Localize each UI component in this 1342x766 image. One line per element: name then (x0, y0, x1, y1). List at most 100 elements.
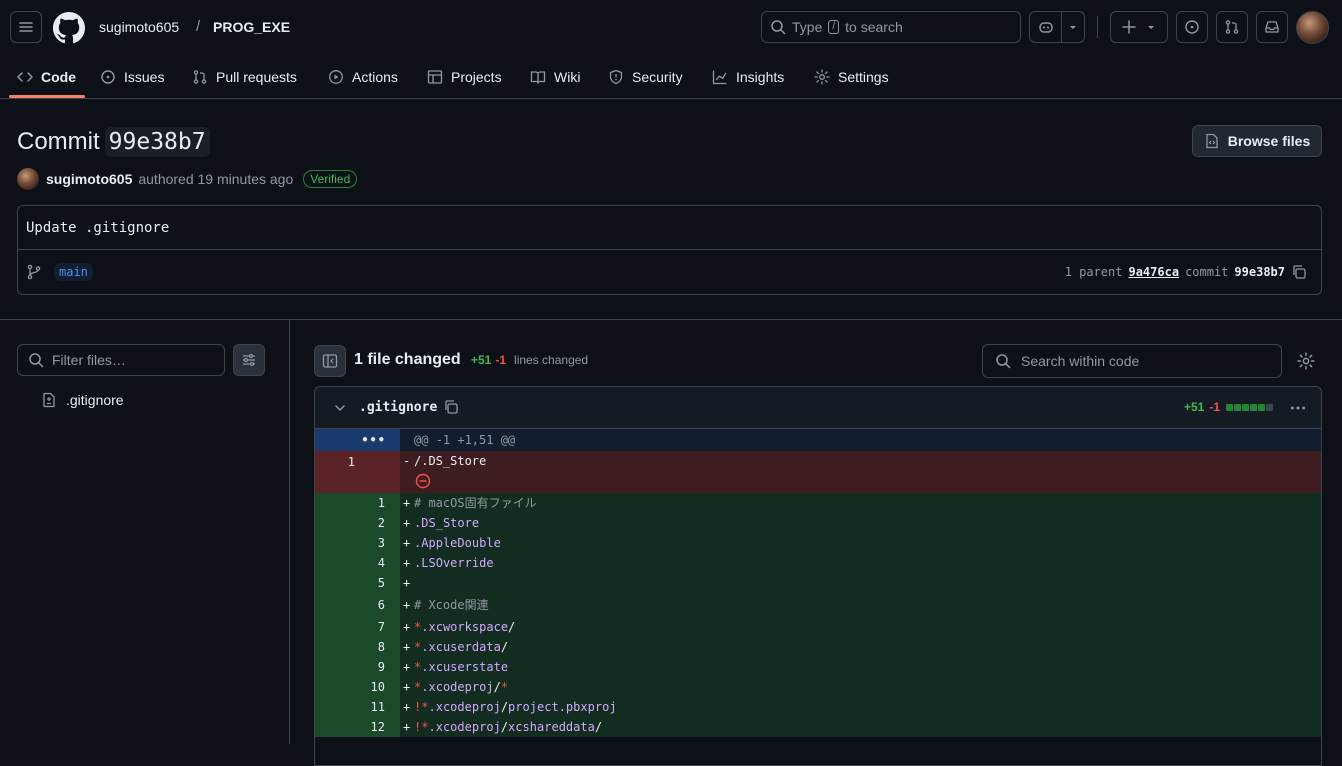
search-prefix: Type (792, 19, 823, 35)
copilot-dropdown[interactable] (1062, 22, 1084, 32)
new-line-number[interactable]: 3 (315, 533, 385, 553)
copy-icon[interactable] (443, 399, 459, 415)
filter-files-input[interactable]: Filter files… (17, 344, 225, 376)
file-tree-item[interactable]: .gitignore (41, 390, 124, 410)
copilot-button[interactable] (1030, 12, 1062, 42)
commit-sha: 99e38b7 (1234, 265, 1285, 279)
added-line: 4 + .LSOverride (315, 553, 1321, 573)
user-avatar[interactable] (1296, 11, 1329, 44)
sidebar-collapse-icon (322, 354, 338, 368)
global-search-input[interactable]: Type / to search (761, 11, 1021, 43)
tab-actions[interactable]: Actions (328, 56, 398, 98)
parent-sha-link[interactable]: 9a476ca (1128, 265, 1179, 279)
new-line-number[interactable]: 7 (315, 617, 385, 637)
added-line: 10 + *.xcodeproj/* (315, 677, 1321, 697)
issue-opened-icon (1185, 20, 1199, 34)
tab-wiki[interactable]: Wiki (530, 56, 580, 98)
expand-hunk-button[interactable]: ••• (315, 429, 400, 451)
old-line-number[interactable]: 1 (315, 451, 355, 493)
create-new-button[interactable] (1110, 11, 1168, 43)
tab-insights[interactable]: Insights (712, 56, 784, 98)
tab-wiki-label: Wiki (554, 69, 581, 85)
tab-settings[interactable]: Settings (814, 56, 889, 98)
added-lines: 1 + # macOS固有ファイル 2 + .DS_Store 3 + .AppleDouble… (315, 493, 1321, 737)
diffstat-block (1234, 403, 1241, 411)
added-code: .LSOverride (414, 556, 494, 570)
tab-code[interactable]: Code (17, 56, 76, 98)
kebab-horizontal-icon[interactable] (1289, 399, 1307, 417)
added-code: .DS_Store (414, 516, 480, 530)
addition-sign: + (403, 620, 411, 634)
diffstat-bar (1226, 403, 1273, 411)
tab-actions-label: Actions (352, 69, 398, 85)
filter-options-button[interactable] (233, 344, 265, 376)
added-line: 12 + !*.xcodeproj/xcshareddata/ (315, 717, 1321, 737)
file-name[interactable]: .gitignore (359, 400, 437, 415)
tab-security[interactable]: Security (608, 56, 683, 98)
new-line-number[interactable]: 4 (315, 553, 385, 573)
added-code: *.xcodeproj/* (414, 680, 509, 694)
inbox-button[interactable] (1256, 11, 1288, 43)
your-pull-requests-button[interactable] (1216, 11, 1248, 43)
search-within-code-placeholder: Search within code (1021, 353, 1140, 369)
deleted-line-gutter: 1 (315, 451, 400, 493)
addition-sign: + (403, 536, 411, 550)
diffstat-block (1226, 403, 1233, 411)
new-line-number[interactable]: 2 (315, 513, 385, 533)
search-icon (996, 354, 1011, 369)
toggle-file-tree-button[interactable] (314, 345, 346, 377)
chevron-down-icon[interactable] (332, 400, 348, 416)
tab-pull-requests[interactable]: Pull requests (192, 56, 297, 98)
added-line-gutter: 3 (315, 533, 400, 553)
your-issues-button[interactable] (1176, 11, 1208, 43)
new-line-number[interactable]: 12 (315, 717, 385, 737)
tab-projects[interactable]: Projects (427, 56, 502, 98)
shield-icon (609, 69, 623, 85)
git-branch-icon (27, 264, 41, 280)
new-line-number[interactable]: 6 (315, 593, 385, 617)
new-line-number[interactable]: 5 (315, 573, 385, 593)
added-code: .AppleDouble (414, 536, 501, 550)
github-logo-icon[interactable] (53, 12, 85, 44)
file-code-icon (1206, 133, 1218, 149)
page-title: Commit 99e38b7 (17, 125, 210, 159)
copy-icon[interactable] (1291, 264, 1307, 280)
plus-icon (1122, 20, 1136, 34)
new-line-number[interactable]: 10 (315, 677, 385, 697)
tab-security-label: Security (632, 69, 683, 85)
new-line-number[interactable]: 9 (315, 657, 385, 677)
commit-meta-row: main 1 parent 9a476ca commit 99e38b7 (18, 250, 1321, 294)
added-line-gutter: 10 (315, 677, 400, 697)
browse-files-button[interactable]: Browse files (1192, 125, 1322, 157)
diffstat-block (1266, 403, 1273, 411)
added-code: !*.xcodeproj/xcshareddata/ (414, 720, 603, 734)
search-within-code-input[interactable]: Search within code (982, 344, 1282, 378)
copilot-button-group (1029, 11, 1085, 43)
table-icon (427, 70, 443, 84)
breadcrumb-repo[interactable]: PROG_EXE (213, 19, 290, 35)
added-line-gutter: 12 (315, 717, 400, 737)
addition-sign: + (403, 576, 411, 590)
verified-badge[interactable]: Verified (303, 170, 358, 188)
tab-issues-label: Issues (124, 69, 165, 85)
menu-button[interactable] (10, 11, 42, 43)
filter-files-placeholder: Filter files… (52, 352, 126, 368)
new-line-number[interactable]: 8 (315, 637, 385, 657)
search-icon (29, 353, 44, 368)
tab-issues[interactable]: Issues (100, 56, 164, 98)
new-line-number[interactable]: 1 (315, 493, 385, 513)
author-avatar[interactable] (17, 168, 39, 190)
gear-icon[interactable] (1297, 352, 1315, 370)
added-line-gutter: 8 (315, 637, 400, 657)
diffstat-block (1250, 403, 1257, 411)
active-tab-indicator (9, 95, 85, 98)
breadcrumb-owner[interactable]: sugimoto605 (99, 19, 179, 35)
addition-sign: + (403, 660, 411, 674)
added-line-gutter: 7 (315, 617, 400, 637)
commit-title-prefix: Commit (17, 128, 100, 155)
branch-label[interactable]: main (54, 263, 93, 281)
added-line: 6 + # Xcode関連 (315, 593, 1321, 617)
author-name[interactable]: sugimoto605 (46, 171, 132, 187)
addition-sign: + (403, 556, 411, 570)
new-line-number[interactable]: 11 (315, 697, 385, 717)
